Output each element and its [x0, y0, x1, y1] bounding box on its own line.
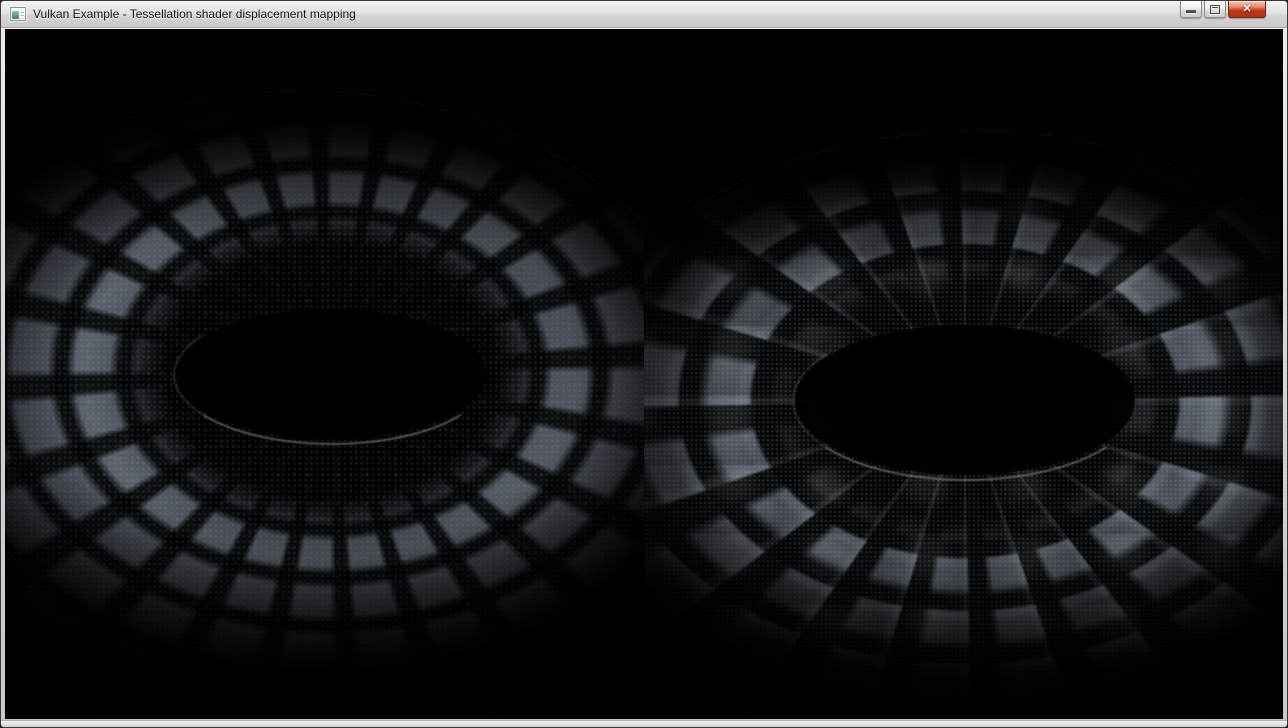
- app-window: Vulkan Example - Tessellation shader dis…: [0, 0, 1288, 728]
- maximize-icon: [1210, 5, 1220, 14]
- maximize-button[interactable]: [1204, 1, 1226, 18]
- title-bar[interactable]: Vulkan Example - Tessellation shader dis…: [1, 1, 1287, 28]
- window-controls: ✕: [1178, 1, 1266, 18]
- close-icon: ✕: [1242, 4, 1251, 15]
- window-bottom-frame: [1, 720, 1287, 727]
- viewport-no-displacement[interactable]: [5, 29, 644, 719]
- minimize-icon: [1186, 10, 1196, 13]
- viewport-displacement[interactable]: [644, 29, 1283, 719]
- minimize-button[interactable]: [1180, 1, 1202, 18]
- app-icon: [10, 7, 26, 21]
- torus-hole-rim-highlight: [173, 305, 491, 445]
- vulkan-render-area[interactable]: [5, 29, 1283, 719]
- torus-hole-rim-highlight: [792, 321, 1140, 481]
- window-title: Vulkan Example - Tessellation shader dis…: [33, 7, 356, 21]
- close-button[interactable]: ✕: [1228, 1, 1266, 18]
